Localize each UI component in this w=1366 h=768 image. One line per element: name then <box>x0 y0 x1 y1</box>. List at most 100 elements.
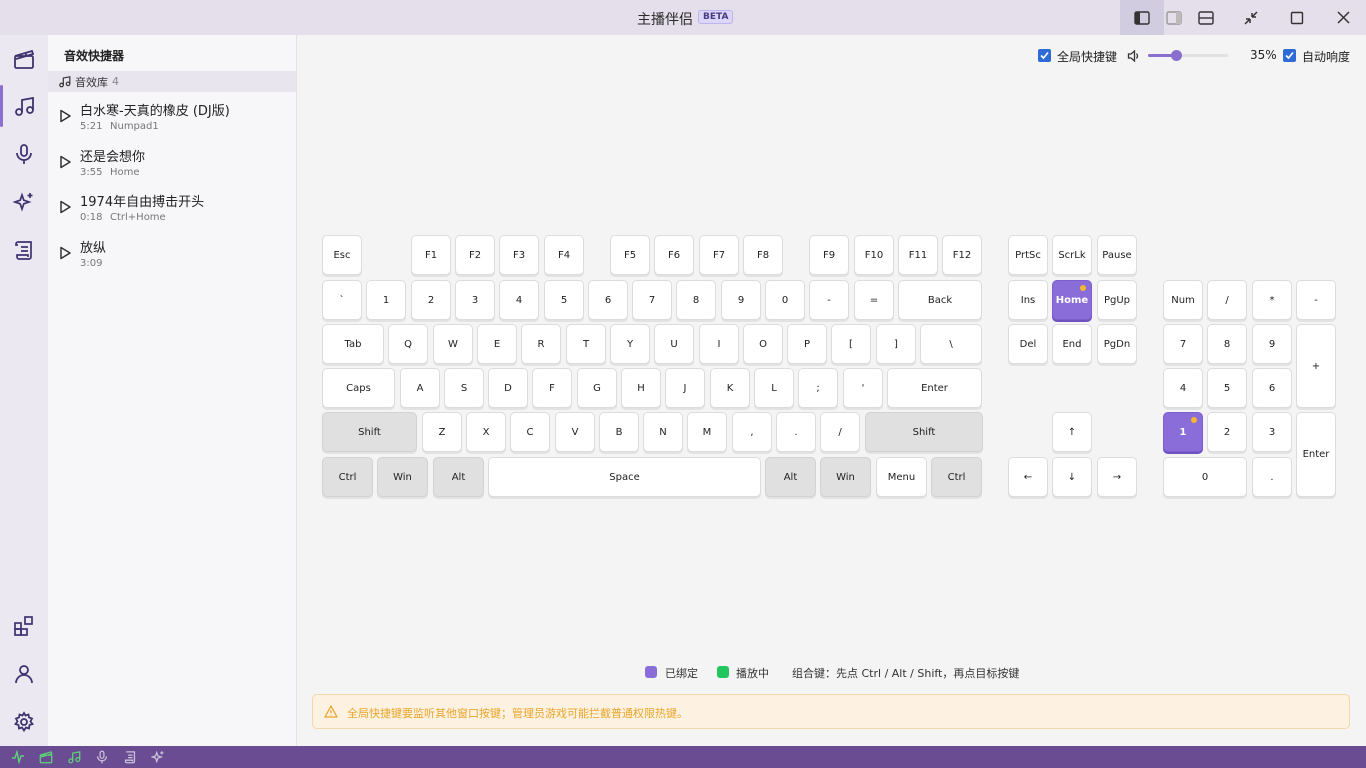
key-f5[interactable]: F5 <box>610 235 650 275</box>
key-f7[interactable]: F7 <box>699 235 739 275</box>
key-y[interactable]: Y <box>610 324 650 364</box>
play-icon[interactable] <box>59 200 71 214</box>
numpad-key-6[interactable]: 6 <box>1252 368 1292 408</box>
numpad-key-slash[interactable]: / <box>1207 280 1247 320</box>
key-f9[interactable]: F9 <box>809 235 849 275</box>
clapperboard-icon[interactable] <box>39 750 53 764</box>
key-prtsc[interactable]: PrtSc <box>1008 235 1048 275</box>
key-rbracket[interactable]: ] <box>876 324 916 364</box>
key-equals[interactable]: = <box>854 280 894 320</box>
key-4[interactable]: 4 <box>499 280 539 320</box>
key-v[interactable]: V <box>555 412 595 452</box>
key-d[interactable]: D <box>488 368 528 408</box>
key-f8[interactable]: F8 <box>743 235 783 275</box>
rail-item-scenes[interactable] <box>0 36 48 82</box>
key-1[interactable]: 1 <box>366 280 406 320</box>
key-b[interactable]: B <box>599 412 639 452</box>
key-space[interactable]: Space <box>488 457 761 497</box>
key-6[interactable]: 6 <box>588 280 628 320</box>
key-up[interactable]: ↑ <box>1052 412 1092 452</box>
key-j[interactable]: J <box>665 368 705 408</box>
key-l[interactable]: L <box>754 368 794 408</box>
numpad-key-asterisk[interactable]: * <box>1252 280 1292 320</box>
key-pgdn[interactable]: PgDn <box>1097 324 1137 364</box>
numpad-key-8[interactable]: 8 <box>1207 324 1247 364</box>
key-menu[interactable]: Menu <box>876 457 927 497</box>
numpad-key-plus[interactable]: + <box>1296 324 1336 408</box>
key-a[interactable]: A <box>400 368 440 408</box>
key-f10[interactable]: F10 <box>854 235 894 275</box>
key-0[interactable]: 0 <box>765 280 805 320</box>
numpad-key-minus[interactable]: - <box>1296 280 1336 320</box>
key-9[interactable]: 9 <box>721 280 761 320</box>
key-quote[interactable]: ' <box>843 368 883 408</box>
compact-mode-button[interactable] <box>1229 0 1273 35</box>
key-backtick[interactable]: ` <box>322 280 362 320</box>
key-s[interactable]: S <box>444 368 484 408</box>
key-alt[interactable]: Alt <box>765 457 816 497</box>
key-del[interactable]: Del <box>1008 324 1048 364</box>
key-w[interactable]: W <box>433 324 473 364</box>
key-f[interactable]: F <box>532 368 572 408</box>
numpad-key-9[interactable]: 9 <box>1252 324 1292 364</box>
rail-item-microphone[interactable] <box>0 131 48 177</box>
rail-item-account[interactable] <box>0 651 48 697</box>
close-button[interactable] <box>1321 0 1365 35</box>
key-back[interactable]: Back <box>898 280 982 320</box>
maximize-button[interactable] <box>1275 0 1319 35</box>
key-home[interactable]: Home <box>1052 280 1092 320</box>
key-shift[interactable]: Shift <box>322 412 417 452</box>
key-z[interactable]: Z <box>422 412 462 452</box>
key-down[interactable]: ↓ <box>1052 457 1092 497</box>
rail-item-effects[interactable] <box>0 179 48 225</box>
numpad-key-5[interactable]: 5 <box>1207 368 1247 408</box>
activity-icon[interactable] <box>11 750 25 764</box>
key-alt[interactable]: Alt <box>433 457 484 497</box>
key-f3[interactable]: F3 <box>499 235 539 275</box>
key-win[interactable]: Win <box>820 457 871 497</box>
key-3[interactable]: 3 <box>455 280 495 320</box>
play-icon[interactable] <box>59 109 71 123</box>
key-backslash[interactable]: \ <box>920 324 982 364</box>
key-t[interactable]: T <box>566 324 606 364</box>
key-8[interactable]: 8 <box>676 280 716 320</box>
key-g[interactable]: G <box>577 368 617 408</box>
key-esc[interactable]: Esc <box>322 235 362 275</box>
numpad-key-num[interactable]: Num <box>1163 280 1203 320</box>
key-x[interactable]: X <box>466 412 506 452</box>
key-pause[interactable]: Pause <box>1097 235 1137 275</box>
key-lbracket[interactable]: [ <box>831 324 871 364</box>
key-scrlk[interactable]: ScrLk <box>1052 235 1092 275</box>
key-2[interactable]: 2 <box>411 280 451 320</box>
key-f12[interactable]: F12 <box>942 235 982 275</box>
global-hotkeys-checkbox[interactable] <box>1038 49 1051 62</box>
track-item[interactable]: 白水寒-天真的橡皮 (DJ版) 5:21 Numpad1 <box>48 97 296 141</box>
key-m[interactable]: M <box>687 412 727 452</box>
key-p[interactable]: P <box>787 324 827 364</box>
key-f6[interactable]: F6 <box>654 235 694 275</box>
key-shift[interactable]: Shift <box>865 412 983 452</box>
sparkles-icon[interactable] <box>151 750 165 764</box>
key-right[interactable]: → <box>1097 457 1137 497</box>
key-ctrl[interactable]: Ctrl <box>931 457 982 497</box>
rail-item-widgets[interactable] <box>0 603 48 649</box>
key-u[interactable]: U <box>654 324 694 364</box>
key-ctrl[interactable]: Ctrl <box>322 457 373 497</box>
numpad-key-0[interactable]: 0 <box>1163 457 1247 497</box>
key-f11[interactable]: F11 <box>898 235 938 275</box>
music-note-icon[interactable] <box>67 750 81 764</box>
numpad-key-3[interactable]: 3 <box>1252 412 1292 452</box>
key-n[interactable]: N <box>643 412 683 452</box>
key-q[interactable]: Q <box>388 324 428 364</box>
play-icon[interactable] <box>59 155 71 169</box>
key-end[interactable]: End <box>1052 324 1092 364</box>
numpad-key-period[interactable]: . <box>1252 457 1292 497</box>
numpad-key-enter[interactable]: Enter <box>1296 412 1336 497</box>
volume-slider[interactable] <box>1148 50 1228 61</box>
key-semicolon[interactable]: ; <box>798 368 838 408</box>
key-enter[interactable]: Enter <box>887 368 982 408</box>
key-f2[interactable]: F2 <box>455 235 495 275</box>
rail-item-scripts[interactable] <box>0 227 48 273</box>
panel-bottom-toggle-button[interactable] <box>1184 0 1228 35</box>
key-pgup[interactable]: PgUp <box>1097 280 1137 320</box>
